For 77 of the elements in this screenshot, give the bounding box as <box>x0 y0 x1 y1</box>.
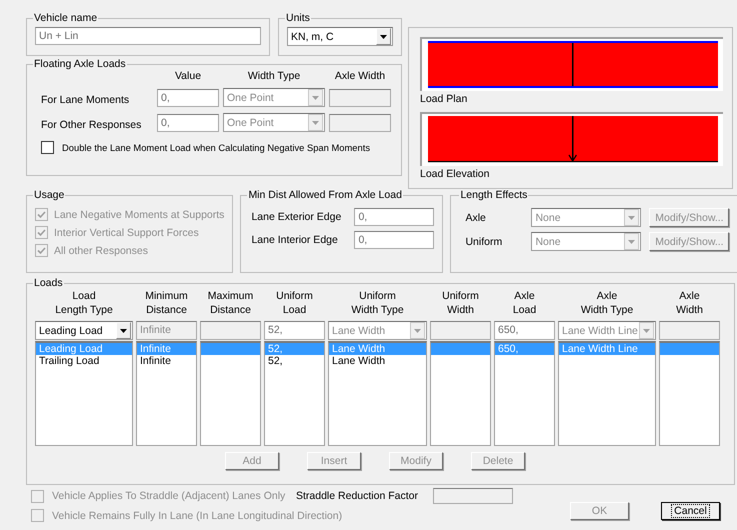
uniform-load-field[interactable]: 52, <box>264 321 325 340</box>
dropdown-arrow-icon <box>628 216 636 220</box>
column-header: Axle Load <box>512 289 538 318</box>
units-dropdown[interactable]: KN, m, C <box>287 27 393 46</box>
field-label: Lane Interior Edge <box>251 234 339 246</box>
list-item[interactable]: Lane Width <box>329 355 426 367</box>
load-plan-label: Load Plan <box>420 93 468 106</box>
group-title: Length Effects <box>459 189 528 201</box>
dropdown-arrow-icon <box>120 328 127 332</box>
column-header: Axle Width <box>334 70 386 82</box>
column-header: Width Type <box>246 70 302 82</box>
uniform-load-list[interactable]: 52, 52, <box>264 341 325 446</box>
field-label: Straddle Reduction Factor <box>296 490 419 502</box>
straddle-factor-field[interactable] <box>433 488 513 504</box>
list-item[interactable]: 52, <box>265 343 324 355</box>
list-item[interactable]: Leading Load <box>36 343 132 355</box>
field-label: Uniform <box>464 236 504 248</box>
vehicle-name-field[interactable]: Un + Lin <box>35 27 261 45</box>
list-item[interactable]: Infinite <box>137 343 196 355</box>
width-type-dropdown[interactable]: One Point <box>223 113 325 132</box>
list-item[interactable]: Lane Width <box>329 343 426 355</box>
group-title: Loads <box>33 277 64 289</box>
checkbox-label: Double the Lane Moment Load when Calculating Negative Span Moments <box>62 142 370 153</box>
column-header: Value <box>174 70 202 82</box>
field-label: Axle <box>464 212 487 224</box>
column-header: Minimum Distance <box>144 289 189 318</box>
column-header: Maximum Distance <box>206 289 254 318</box>
row-label: For Other Responses <box>40 119 142 132</box>
load-elevation-label: Load Elevation <box>420 168 490 181</box>
min-distance-list[interactable]: Infinite Infinite <box>136 341 197 446</box>
dialog-button[interactable]: Cancel <box>661 502 720 520</box>
checkbox-label: All other Responses <box>54 244 148 256</box>
column-header: Load Length Type <box>54 289 114 318</box>
list-item[interactable]: Infinite <box>137 355 196 367</box>
list-item[interactable]: Trailing Load <box>36 355 132 367</box>
dropdown-arrow-icon <box>312 96 319 100</box>
row-label: For Lane Moments <box>40 94 130 107</box>
axle-width-list[interactable] <box>659 341 720 446</box>
distance-field[interactable]: 0, <box>354 208 434 226</box>
dropdown-arrow-icon <box>380 34 387 38</box>
axle-load-list[interactable]: 650, <box>494 341 555 446</box>
field-label: Lane Exterior Edge <box>251 211 342 223</box>
axle-width-field[interactable] <box>329 89 391 107</box>
checkbox-label: Interior Vertical Support Forces <box>54 226 199 238</box>
dropdown-arrow-icon <box>414 328 421 332</box>
axle-load-field[interactable]: 650, <box>494 321 555 340</box>
value-field[interactable]: 0, <box>157 114 219 132</box>
group-title: Vehicle name <box>33 12 98 24</box>
column-header: Axle Width Type <box>580 289 634 318</box>
width-type-dropdown[interactable]: One Point <box>223 88 325 107</box>
checkbox[interactable] <box>41 141 54 154</box>
dropdown-arrow-icon <box>312 120 319 124</box>
checkbox-label: Vehicle Applies To Straddle (Adjacent) Lanes Only <box>52 490 286 502</box>
dropdown-arrow-icon <box>643 328 650 332</box>
column-header: Uniform Width <box>441 289 480 318</box>
axle-width-field[interactable] <box>329 114 391 132</box>
list-item[interactable]: 650, <box>495 343 554 355</box>
checkbox-label: Lane Negative Moments at Supports <box>54 208 224 220</box>
group-title: Min Dist Allowed From Axle Load <box>247 189 403 201</box>
checkbox-label: Vehicle Remains Fully In Lane (In Lane Longitudinal Direction) <box>52 510 342 522</box>
length-type-dropdown[interactable]: Leading Load <box>35 321 133 340</box>
list-item[interactable]: Lane Width Line <box>559 343 655 355</box>
uniform-width-type-list[interactable]: Lane Width Lane Width <box>328 341 427 446</box>
column-header: Axle Width <box>675 289 704 318</box>
group-title: Usage <box>33 189 66 201</box>
list-item[interactable]: 52, <box>265 355 324 367</box>
group-title: Units <box>285 12 311 24</box>
group-title: Floating Axle Loads <box>33 58 127 70</box>
column-header: Uniform Load <box>275 289 314 318</box>
length-type-list[interactable]: Leading Load Trailing Load <box>35 341 133 446</box>
max-distance-list[interactable] <box>200 341 261 446</box>
column-header: Uniform Width Type <box>350 289 405 318</box>
distance-field[interactable]: 0, <box>354 231 434 249</box>
uniform-width-list[interactable] <box>430 341 491 446</box>
axle-width-type-list[interactable]: Lane Width Line <box>558 341 656 446</box>
value-field[interactable]: 0, <box>157 89 219 107</box>
dropdown-arrow-icon <box>628 240 636 244</box>
